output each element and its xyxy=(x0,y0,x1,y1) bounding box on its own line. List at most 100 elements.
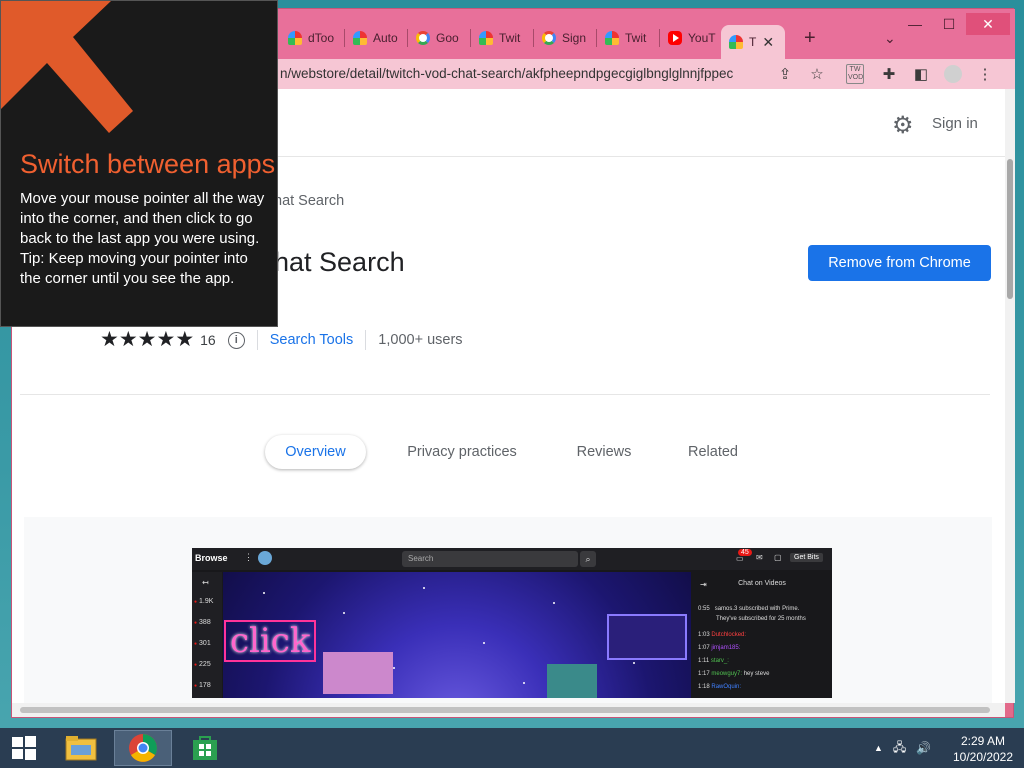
rainbow-favicon-icon xyxy=(729,35,743,49)
store-taskbar-button[interactable] xyxy=(176,730,234,766)
tab-label: Twit xyxy=(625,31,647,45)
rainbow-favicon-icon xyxy=(479,31,493,45)
tab-label: YouT xyxy=(688,31,716,45)
tab-label: Auto xyxy=(373,31,398,45)
profile-avatar-icon[interactable] xyxy=(942,63,964,85)
tab-5[interactable]: Sign xyxy=(534,25,596,51)
tab-label: Goo xyxy=(436,31,459,45)
info-icon[interactable]: i xyxy=(227,331,245,349)
file-explorer-taskbar-button[interactable] xyxy=(52,730,110,766)
tooltip-tip: Tip: Keep moving your pointer into the c… xyxy=(20,250,248,287)
chat-line: 1:03 Dutchlocked: xyxy=(698,632,747,638)
tab-2[interactable]: Auto xyxy=(345,25,407,51)
shot-viewer-count: 388 xyxy=(194,619,211,626)
tray-chevron-icon[interactable]: ▲ xyxy=(874,743,883,753)
tooltip-text: Move your mouse pointer all the way into… xyxy=(20,190,265,247)
detail-tabs: Overview Privacy practices Reviews Relat… xyxy=(12,435,1005,469)
star-icon: ★ xyxy=(137,328,157,351)
tab-3[interactable]: Goo xyxy=(408,25,470,51)
chat-line: They've subscribed for 25 months xyxy=(716,616,806,622)
category-link[interactable]: Search Tools xyxy=(270,332,354,348)
corner-arrow-icon xyxy=(1,1,133,133)
tab-4[interactable]: Twit xyxy=(471,25,533,51)
shot-topbar: Browse ⋮ Search ⌕ 45 ▭ ✉ ▢ Get Bits xyxy=(192,548,832,570)
tab-label: T xyxy=(749,35,757,49)
star-icon: ★ xyxy=(175,328,195,351)
shot-emote-panel xyxy=(607,614,687,660)
chrome-taskbar-button[interactable] xyxy=(114,730,172,766)
store-icon xyxy=(193,736,217,760)
tab-reviews[interactable]: Reviews xyxy=(567,435,641,469)
extension-screenshot[interactable]: Browse ⋮ Search ⌕ 45 ▭ ✉ ▢ Get Bits ↤ 1.… xyxy=(192,548,832,698)
switch-apps-tooltip: Switch between apps Move your mouse poin… xyxy=(0,0,278,327)
address-bar[interactable]: n/webstore/detail/twitch-vod-chat-search… xyxy=(280,62,770,86)
shot-chat-panel: ⇥ Chat on Videos 0:55 samos.3 subscribed… xyxy=(692,572,832,698)
shot-viewer-count: 301 xyxy=(194,640,211,647)
new-tab-button[interactable]: + xyxy=(796,25,820,51)
chat-line: 1:17 meowguy7: hey steve xyxy=(698,671,770,677)
tw-vod-badge: TW VOD xyxy=(846,64,864,84)
bookmark-star-icon[interactable]: ☆ xyxy=(806,63,828,85)
scroll-thumb[interactable] xyxy=(20,707,990,713)
rating-row: ★ ★ ★ ★ ★ 16 i Search Tools 1,000+ users xyxy=(100,329,463,351)
tab-label: Sign xyxy=(562,31,587,45)
tab-active[interactable]: T ✕ xyxy=(721,25,785,59)
scroll-thumb[interactable] xyxy=(1007,159,1013,299)
start-button[interactable] xyxy=(0,728,48,768)
breadcrumb: hat Search xyxy=(274,193,345,209)
star-icon: ★ xyxy=(156,328,176,351)
extension-title: hat Search xyxy=(274,247,405,277)
sign-in-link[interactable]: Sign in xyxy=(932,115,978,132)
youtube-favicon-icon xyxy=(668,31,682,45)
rating-count[interactable]: 16 xyxy=(200,332,216,348)
tab-related[interactable]: Related xyxy=(677,435,749,469)
tab-privacy-practices[interactable]: Privacy practices xyxy=(392,435,532,469)
share-icon[interactable]: ⇪ xyxy=(774,63,796,85)
network-icon[interactable]: 🖧 xyxy=(893,738,906,759)
chat-line: 1:18 RawOquin: xyxy=(698,684,742,690)
google-favicon-icon xyxy=(416,31,430,45)
rainbow-favicon-icon xyxy=(353,31,367,45)
horizontal-scrollbar[interactable] xyxy=(12,703,1005,717)
chat-line: 1:11 starv_: xyxy=(698,658,729,664)
remove-from-chrome-button[interactable]: Remove from Chrome xyxy=(808,245,991,281)
clock-time: 2:29 AM xyxy=(960,734,1006,748)
shot-click-overlay: click xyxy=(224,620,317,662)
clock-date: 10/20/2022 xyxy=(952,750,1014,764)
tab-6[interactable]: Twit xyxy=(597,25,659,51)
menu-kebab-icon[interactable]: ⋮ xyxy=(974,63,996,85)
tab-search-button[interactable]: ⌄ xyxy=(876,25,898,51)
side-panel-icon[interactable]: ◧ xyxy=(910,63,932,85)
tab-7[interactable]: YouT xyxy=(660,25,720,51)
shot-viewer-count: 225 xyxy=(194,661,211,668)
shot-emote-graphic xyxy=(547,664,597,698)
chat-line: 1:07 jimjam185: xyxy=(698,645,741,651)
minimize-button[interactable]: — xyxy=(898,13,932,35)
clock[interactable]: 2:29 AM 10/20/2022 xyxy=(948,733,1018,765)
divider xyxy=(256,330,258,350)
rainbow-favicon-icon xyxy=(288,31,302,45)
google-favicon-icon xyxy=(542,31,556,45)
shot-sidebar: ↤ 1.9K 388 301 225 178 xyxy=(192,572,222,698)
vertical-scrollbar[interactable] xyxy=(1005,89,1015,703)
star-icon: ★ xyxy=(118,328,138,351)
tooltip-body: Move your mouse pointer all the way into… xyxy=(20,189,265,289)
tab-overview[interactable]: Overview xyxy=(265,435,366,469)
twitch-vod-extension-icon[interactable]: TW VOD xyxy=(844,63,866,85)
maximize-button[interactable]: ☐ xyxy=(932,13,966,35)
extensions-puzzle-icon[interactable]: ✚ xyxy=(878,63,900,85)
star-icon: ★ xyxy=(100,328,119,351)
divider xyxy=(365,330,367,350)
shot-viewer-count: 1.9K xyxy=(194,598,213,605)
close-tab-icon[interactable]: ✕ xyxy=(762,34,774,51)
tab-1[interactable]: dToo xyxy=(280,25,342,51)
windows-logo-icon xyxy=(12,736,36,760)
volume-icon[interactable]: 🔊 xyxy=(916,741,931,755)
close-window-button[interactable]: ✕ xyxy=(966,13,1010,35)
shot-search-input: Search xyxy=(402,551,578,567)
settings-gear-icon[interactable]: ⚙ xyxy=(892,111,914,140)
chrome-icon xyxy=(129,734,157,762)
shot-chat-title: Chat on Videos xyxy=(738,580,786,587)
tab-label: Twit xyxy=(499,31,521,45)
user-count: 1,000+ users xyxy=(378,332,463,348)
